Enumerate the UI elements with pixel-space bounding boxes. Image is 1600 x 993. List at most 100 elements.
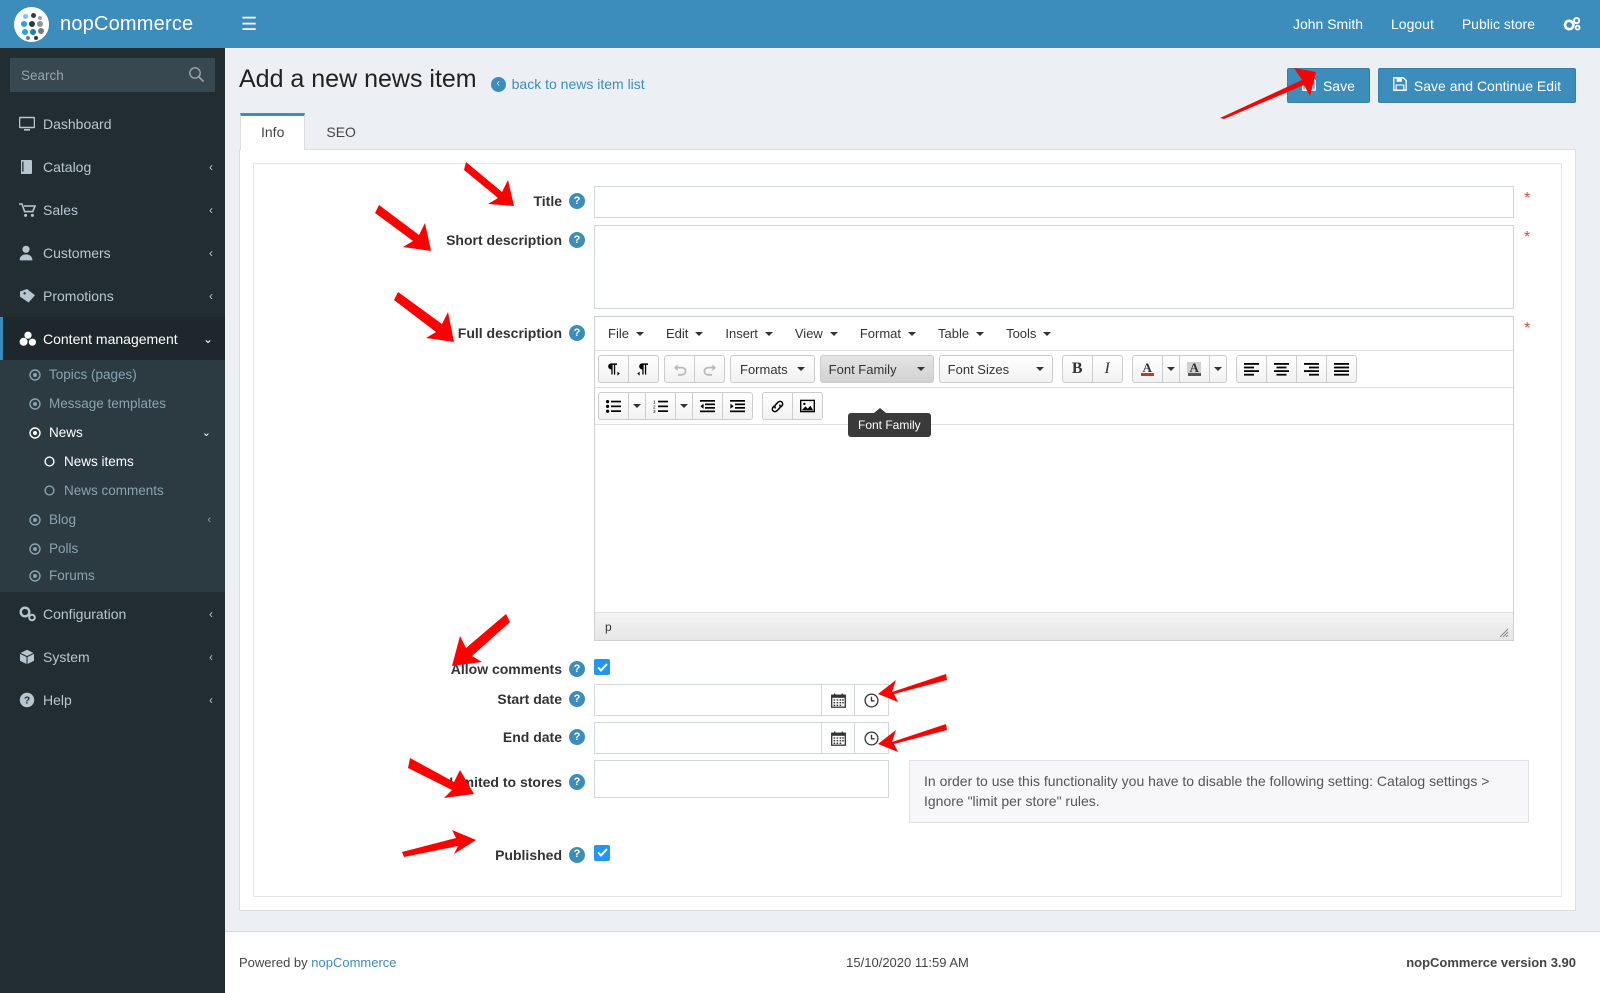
- start-date-input[interactable]: [594, 684, 822, 716]
- title-input[interactable]: [594, 186, 1514, 218]
- sidebar-item-system[interactable]: System ‹: [0, 635, 225, 678]
- sidebar-item-promotions[interactable]: Promotions ‹: [0, 274, 225, 317]
- font-family-select[interactable]: Font Family: [819, 355, 934, 383]
- chevron-down-icon: [908, 331, 916, 336]
- background-color-button[interactable]: A: [1178, 355, 1210, 383]
- circle-dot-icon: [29, 397, 49, 410]
- bullet-list-dropdown[interactable]: [628, 392, 646, 420]
- limited-to-stores-select[interactable]: [594, 760, 889, 798]
- align-right-icon[interactable]: [1295, 355, 1327, 383]
- bold-button[interactable]: B: [1061, 355, 1093, 383]
- sidebar-item-topics[interactable]: Topics (pages): [0, 360, 225, 389]
- logout-link[interactable]: Logout: [1391, 16, 1434, 32]
- help-icon[interactable]: ?: [569, 232, 585, 248]
- field-row-full-description: Full description ? File Edit Insert View…: [254, 316, 1561, 641]
- editor-menu-edit[interactable]: Edit: [656, 321, 713, 346]
- published-checkbox[interactable]: [594, 844, 610, 861]
- sidebar-item-news[interactable]: News ⌄: [0, 418, 225, 447]
- rtl-paragraph-icon[interactable]: [628, 355, 659, 383]
- sidebar-item-label: Help: [43, 691, 72, 708]
- clock-icon[interactable]: [855, 722, 889, 754]
- editor-menu-format[interactable]: Format: [850, 321, 926, 346]
- sidebar-item-customers[interactable]: Customers ‹: [0, 231, 225, 274]
- editor-formats-button[interactable]: Formats: [730, 355, 815, 383]
- calendar-icon[interactable]: [821, 684, 856, 716]
- sidebar-item-label: Catalog: [43, 158, 92, 175]
- save-and-continue-edit-button[interactable]: Save and Continue Edit: [1377, 68, 1576, 103]
- resize-grip-icon[interactable]: [1499, 627, 1509, 638]
- indent-icon[interactable]: [722, 392, 753, 420]
- back-link-label: back to news item list: [511, 76, 645, 92]
- sidebar-item-forums[interactable]: Forums: [0, 563, 225, 592]
- editor-menu-file[interactable]: File: [598, 321, 654, 346]
- rich-text-editor: File Edit Insert View Format Table Tools…: [594, 316, 1514, 641]
- italic-button[interactable]: I: [1091, 355, 1123, 383]
- numbered-list-dropdown[interactable]: [675, 392, 693, 420]
- help-icon[interactable]: ?: [569, 325, 585, 341]
- gears-icon[interactable]: [1563, 16, 1582, 33]
- editor-menu-table[interactable]: Table: [928, 321, 994, 346]
- redo-icon[interactable]: [694, 355, 725, 383]
- help-icon[interactable]: ?: [569, 774, 585, 790]
- chevron-left-icon: ‹: [209, 692, 213, 707]
- background-color-dropdown[interactable]: [1208, 355, 1227, 383]
- editor-menu-view[interactable]: View: [785, 321, 848, 346]
- help-icon[interactable]: ?: [569, 661, 585, 677]
- font-sizes-select[interactable]: Font Sizes: [938, 355, 1053, 383]
- sidebar-item-message-templates[interactable]: Message templates: [0, 389, 225, 418]
- numbered-list-icon[interactable]: 123: [645, 392, 676, 420]
- text-color-dropdown[interactable]: [1161, 355, 1180, 383]
- help-icon[interactable]: ?: [569, 691, 585, 707]
- back-to-news-item-list-link[interactable]: ‹ back to news item list: [490, 76, 645, 92]
- ltr-paragraph-icon[interactable]: [598, 355, 629, 383]
- sidebar-item-polls[interactable]: Polls: [0, 534, 225, 563]
- align-left-icon[interactable]: [1235, 355, 1267, 383]
- sidebar-item-news-items[interactable]: News items: [0, 447, 225, 476]
- help-icon[interactable]: ?: [569, 729, 585, 745]
- user-name-link[interactable]: John Smith: [1293, 16, 1363, 32]
- bullet-list-icon[interactable]: [598, 392, 629, 420]
- hamburger-icon[interactable]: ☰: [241, 15, 257, 33]
- sidebar-item-news-comments[interactable]: News comments: [0, 476, 225, 505]
- sidebar-item-dashboard[interactable]: Dashboard: [0, 102, 225, 145]
- link-icon[interactable]: [762, 392, 793, 420]
- calendar-icon[interactable]: [821, 722, 856, 754]
- menu-label: Edit: [665, 326, 689, 341]
- tab-info[interactable]: Info: [240, 113, 306, 150]
- search-input[interactable]: [11, 59, 214, 91]
- allow-comments-checkbox[interactable]: [594, 659, 610, 675]
- sidebar-item-configuration[interactable]: Configuration ‹: [0, 592, 225, 635]
- align-center-icon[interactable]: [1265, 355, 1297, 383]
- save-button[interactable]: Save: [1286, 68, 1370, 103]
- editor-menu-tools[interactable]: Tools: [996, 321, 1061, 346]
- save-continue-button-label: Save and Continue Edit: [1413, 77, 1561, 94]
- help-icon[interactable]: ?: [569, 846, 585, 863]
- chevron-down-icon: ⌄: [201, 427, 211, 439]
- text-color-button[interactable]: A: [1131, 355, 1163, 383]
- brand-logo[interactable]: nopCommerce: [0, 0, 225, 48]
- end-date-picker: [594, 722, 889, 754]
- field-row-allow-comments: Allow comments ?: [254, 659, 1561, 677]
- sidebar-item-catalog[interactable]: Catalog ‹: [0, 145, 225, 188]
- chevron-down-icon: [976, 331, 985, 336]
- short-description-textarea[interactable]: [594, 225, 1514, 309]
- chevron-down-icon: [829, 331, 838, 336]
- clock-icon[interactable]: [855, 684, 889, 716]
- public-store-link[interactable]: Public store: [1462, 16, 1535, 32]
- sidebar-item-help[interactable]: ? Help ‹: [0, 678, 225, 721]
- sidebar-item-sales[interactable]: Sales ‹: [0, 188, 225, 231]
- sidebar-item-content-management[interactable]: Content management ⌄: [0, 317, 225, 360]
- undo-icon[interactable]: [664, 355, 695, 383]
- help-icon[interactable]: ?: [569, 193, 585, 209]
- image-icon[interactable]: [792, 392, 823, 420]
- sidebar-item-blog[interactable]: Blog ‹: [0, 505, 225, 534]
- circle-dot-icon: [29, 426, 49, 439]
- align-justify-icon[interactable]: [1325, 355, 1357, 383]
- tab-seo[interactable]: SEO: [305, 113, 377, 150]
- floppy-disk-icon: [1302, 77, 1316, 94]
- end-date-input[interactable]: [594, 722, 822, 754]
- outdent-icon[interactable]: [692, 392, 723, 420]
- footer-nopcommerce-link[interactable]: nopCommerce: [311, 955, 396, 970]
- editor-content-area[interactable]: [595, 425, 1513, 612]
- editor-menu-insert[interactable]: Insert: [715, 321, 783, 346]
